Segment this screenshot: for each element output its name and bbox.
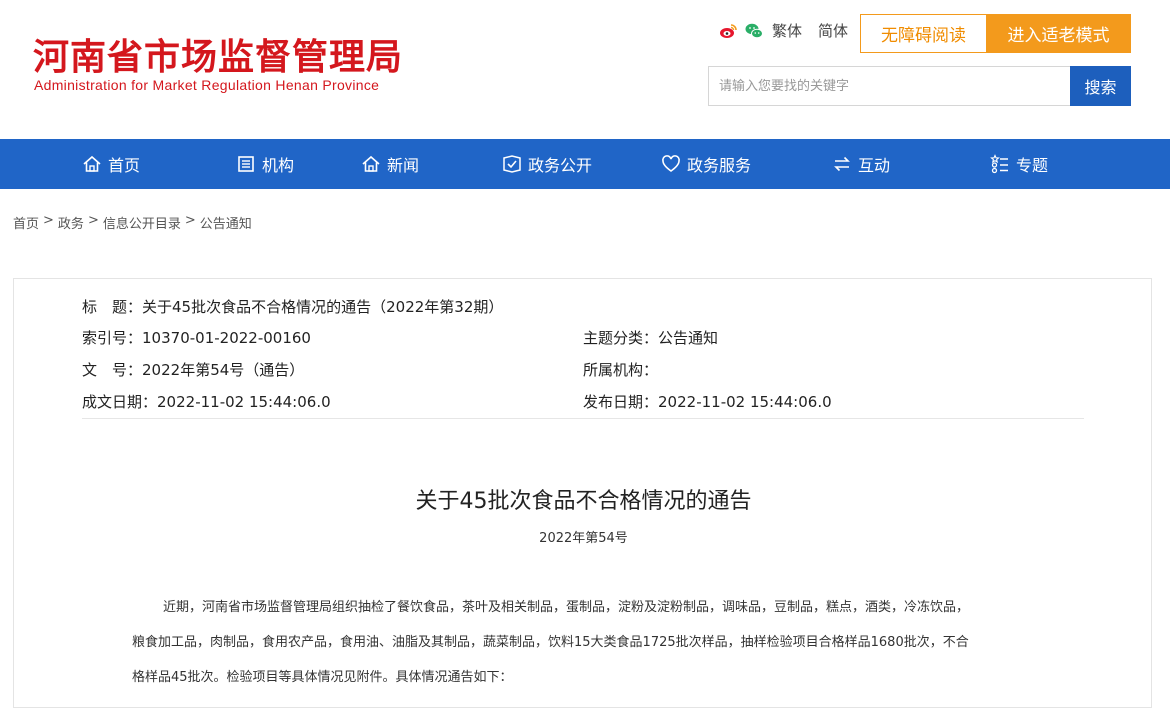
search-button[interactable]: 搜索 bbox=[1070, 66, 1131, 106]
nav-item-interact[interactable]: 互动 bbox=[790, 139, 932, 189]
breadcrumb-home[interactable]: 首页 bbox=[13, 213, 39, 232]
nav-item-org[interactable]: 机构 bbox=[222, 139, 308, 189]
article-title: 关于45批次食品不合格情况的通告 bbox=[415, 489, 752, 514]
paragraph-line: 格样品45批次。检验项目等具体情况见附件。具体情况通告如下： bbox=[132, 670, 513, 685]
nav-label: 新闻 bbox=[386, 156, 419, 175]
nav-label: 机构 bbox=[261, 156, 294, 175]
meta-topic-row: 主题分类：公告通知 bbox=[583, 327, 718, 348]
meta-created-value: 2022-11-02 15:44:06.0 bbox=[157, 393, 331, 411]
meta-title-value: 关于45批次食品不合格情况的通告（2022年第32期） bbox=[142, 298, 504, 316]
meta-published-label: 发布日期： bbox=[583, 393, 659, 411]
nav-item-home[interactable]: 首页 bbox=[0, 139, 222, 189]
home-icon bbox=[83, 155, 101, 172]
nav-label: 互动 bbox=[857, 156, 890, 175]
meta-title-row: 标 题：关于45批次食品不合格情况的通告（2022年第32期） bbox=[82, 296, 503, 317]
site-logo-subtitle: Administration for Market Regulation Hen… bbox=[34, 77, 380, 93]
meta-org-label: 所属机构： bbox=[583, 361, 659, 379]
nav-label: 政务服务 bbox=[686, 156, 751, 175]
breadcrumb-separator: > bbox=[43, 213, 54, 228]
article-doc-number: 2022年第54号 bbox=[539, 531, 628, 546]
meta-org-row: 所属机构： bbox=[583, 359, 658, 380]
nav-item-gov-open[interactable]: 政务公开 bbox=[472, 139, 622, 189]
utility-links: 繁体 简体 bbox=[718, 20, 856, 41]
search-bar: 搜索 bbox=[708, 66, 1131, 106]
topic-icon bbox=[990, 154, 1008, 174]
meta-published-value: 2022-11-02 15:44:06.0 bbox=[658, 393, 832, 411]
nav-label: 首页 bbox=[107, 156, 140, 175]
exchange-icon bbox=[834, 156, 850, 172]
article-panel: 标 题：关于45批次食品不合格情况的通告（2022年第32期） 索引号：1037… bbox=[13, 278, 1152, 708]
meta-index-value: 10370-01-2022-00160 bbox=[142, 329, 311, 347]
breadcrumb-notices[interactable]: 公告通知 bbox=[200, 213, 252, 232]
simplified-chinese-link[interactable]: 简体 bbox=[818, 20, 848, 41]
document-meta: 标 题：关于45批次食品不合格情况的通告（2022年第32期） 索引号：1037… bbox=[82, 289, 1084, 419]
meta-title-label: 标 题： bbox=[82, 298, 143, 316]
nav-label: 政务公开 bbox=[527, 156, 592, 175]
wechat-icon[interactable] bbox=[744, 21, 764, 41]
elder-mode-button[interactable]: 进入适老模式 bbox=[986, 14, 1131, 53]
article-body: 近期，河南省市场监督管理局组织抽检了餐饮食品，茶叶及相关制品，蛋制品，淀粉及淀粉… bbox=[132, 590, 1042, 695]
news-icon bbox=[362, 155, 380, 172]
meta-created-label: 成文日期： bbox=[82, 393, 158, 411]
breadcrumb-catalog[interactable]: 信息公开目录 bbox=[103, 213, 181, 232]
breadcrumb-gov[interactable]: 政务 bbox=[58, 213, 84, 232]
weibo-icon[interactable] bbox=[718, 21, 738, 41]
nav-item-topic[interactable]: 专题 bbox=[932, 139, 1106, 189]
meta-docno-value: 2022年第54号（通告） bbox=[142, 361, 305, 379]
breadcrumb-separator: > bbox=[87, 213, 99, 228]
meta-index-row: 索引号：10370-01-2022-00160 bbox=[82, 327, 311, 348]
meta-index-label: 索引号： bbox=[82, 329, 143, 347]
meta-docno-row: 文 号：2022年第54号（通告） bbox=[82, 359, 304, 380]
main-nav: 首页 机构 新闻 政务公开 政务服务 互动 专题 bbox=[0, 139, 1170, 189]
breadcrumb-separator: > bbox=[184, 213, 196, 228]
meta-created-row: 成文日期：2022-11-02 15:44:06.0 bbox=[82, 391, 331, 412]
gov-open-icon bbox=[503, 155, 521, 173]
breadcrumb: 首页 > 政务 > 信息公开目录 > 公告通知 bbox=[13, 213, 252, 232]
accessible-reading-button[interactable]: 无障碍阅读 bbox=[860, 14, 987, 53]
traditional-chinese-link[interactable]: 繁体 bbox=[772, 20, 802, 41]
site-logo-title[interactable]: 河南省市场监督管理局 bbox=[33, 28, 403, 80]
nav-item-gov-service[interactable]: 政务服务 bbox=[622, 139, 790, 189]
meta-docno-label: 文 号： bbox=[82, 361, 143, 379]
paragraph-line: 粮食加工品，肉制品，食用农产品，食用油、油脂及其制品，蔬菜制品，饮料15大类食品… bbox=[132, 635, 969, 650]
meta-topic-label: 主题分类： bbox=[583, 329, 659, 347]
search-input[interactable] bbox=[708, 66, 1070, 106]
site-header: 河南省市场监督管理局 Administration for Market Reg… bbox=[0, 0, 1170, 139]
paragraph-line: 近期，河南省市场监督管理局组织抽检了餐饮食品，茶叶及相关制品，蛋制品，淀粉及淀粉… bbox=[163, 600, 970, 615]
meta-published-row: 发布日期：2022-11-02 15:44:06.0 bbox=[583, 391, 832, 412]
heart-icon bbox=[662, 155, 680, 172]
nav-label: 专题 bbox=[1015, 156, 1048, 175]
meta-topic-value: 公告通知 bbox=[658, 329, 719, 347]
org-icon bbox=[238, 156, 254, 172]
nav-item-news[interactable]: 新闻 bbox=[308, 139, 472, 189]
